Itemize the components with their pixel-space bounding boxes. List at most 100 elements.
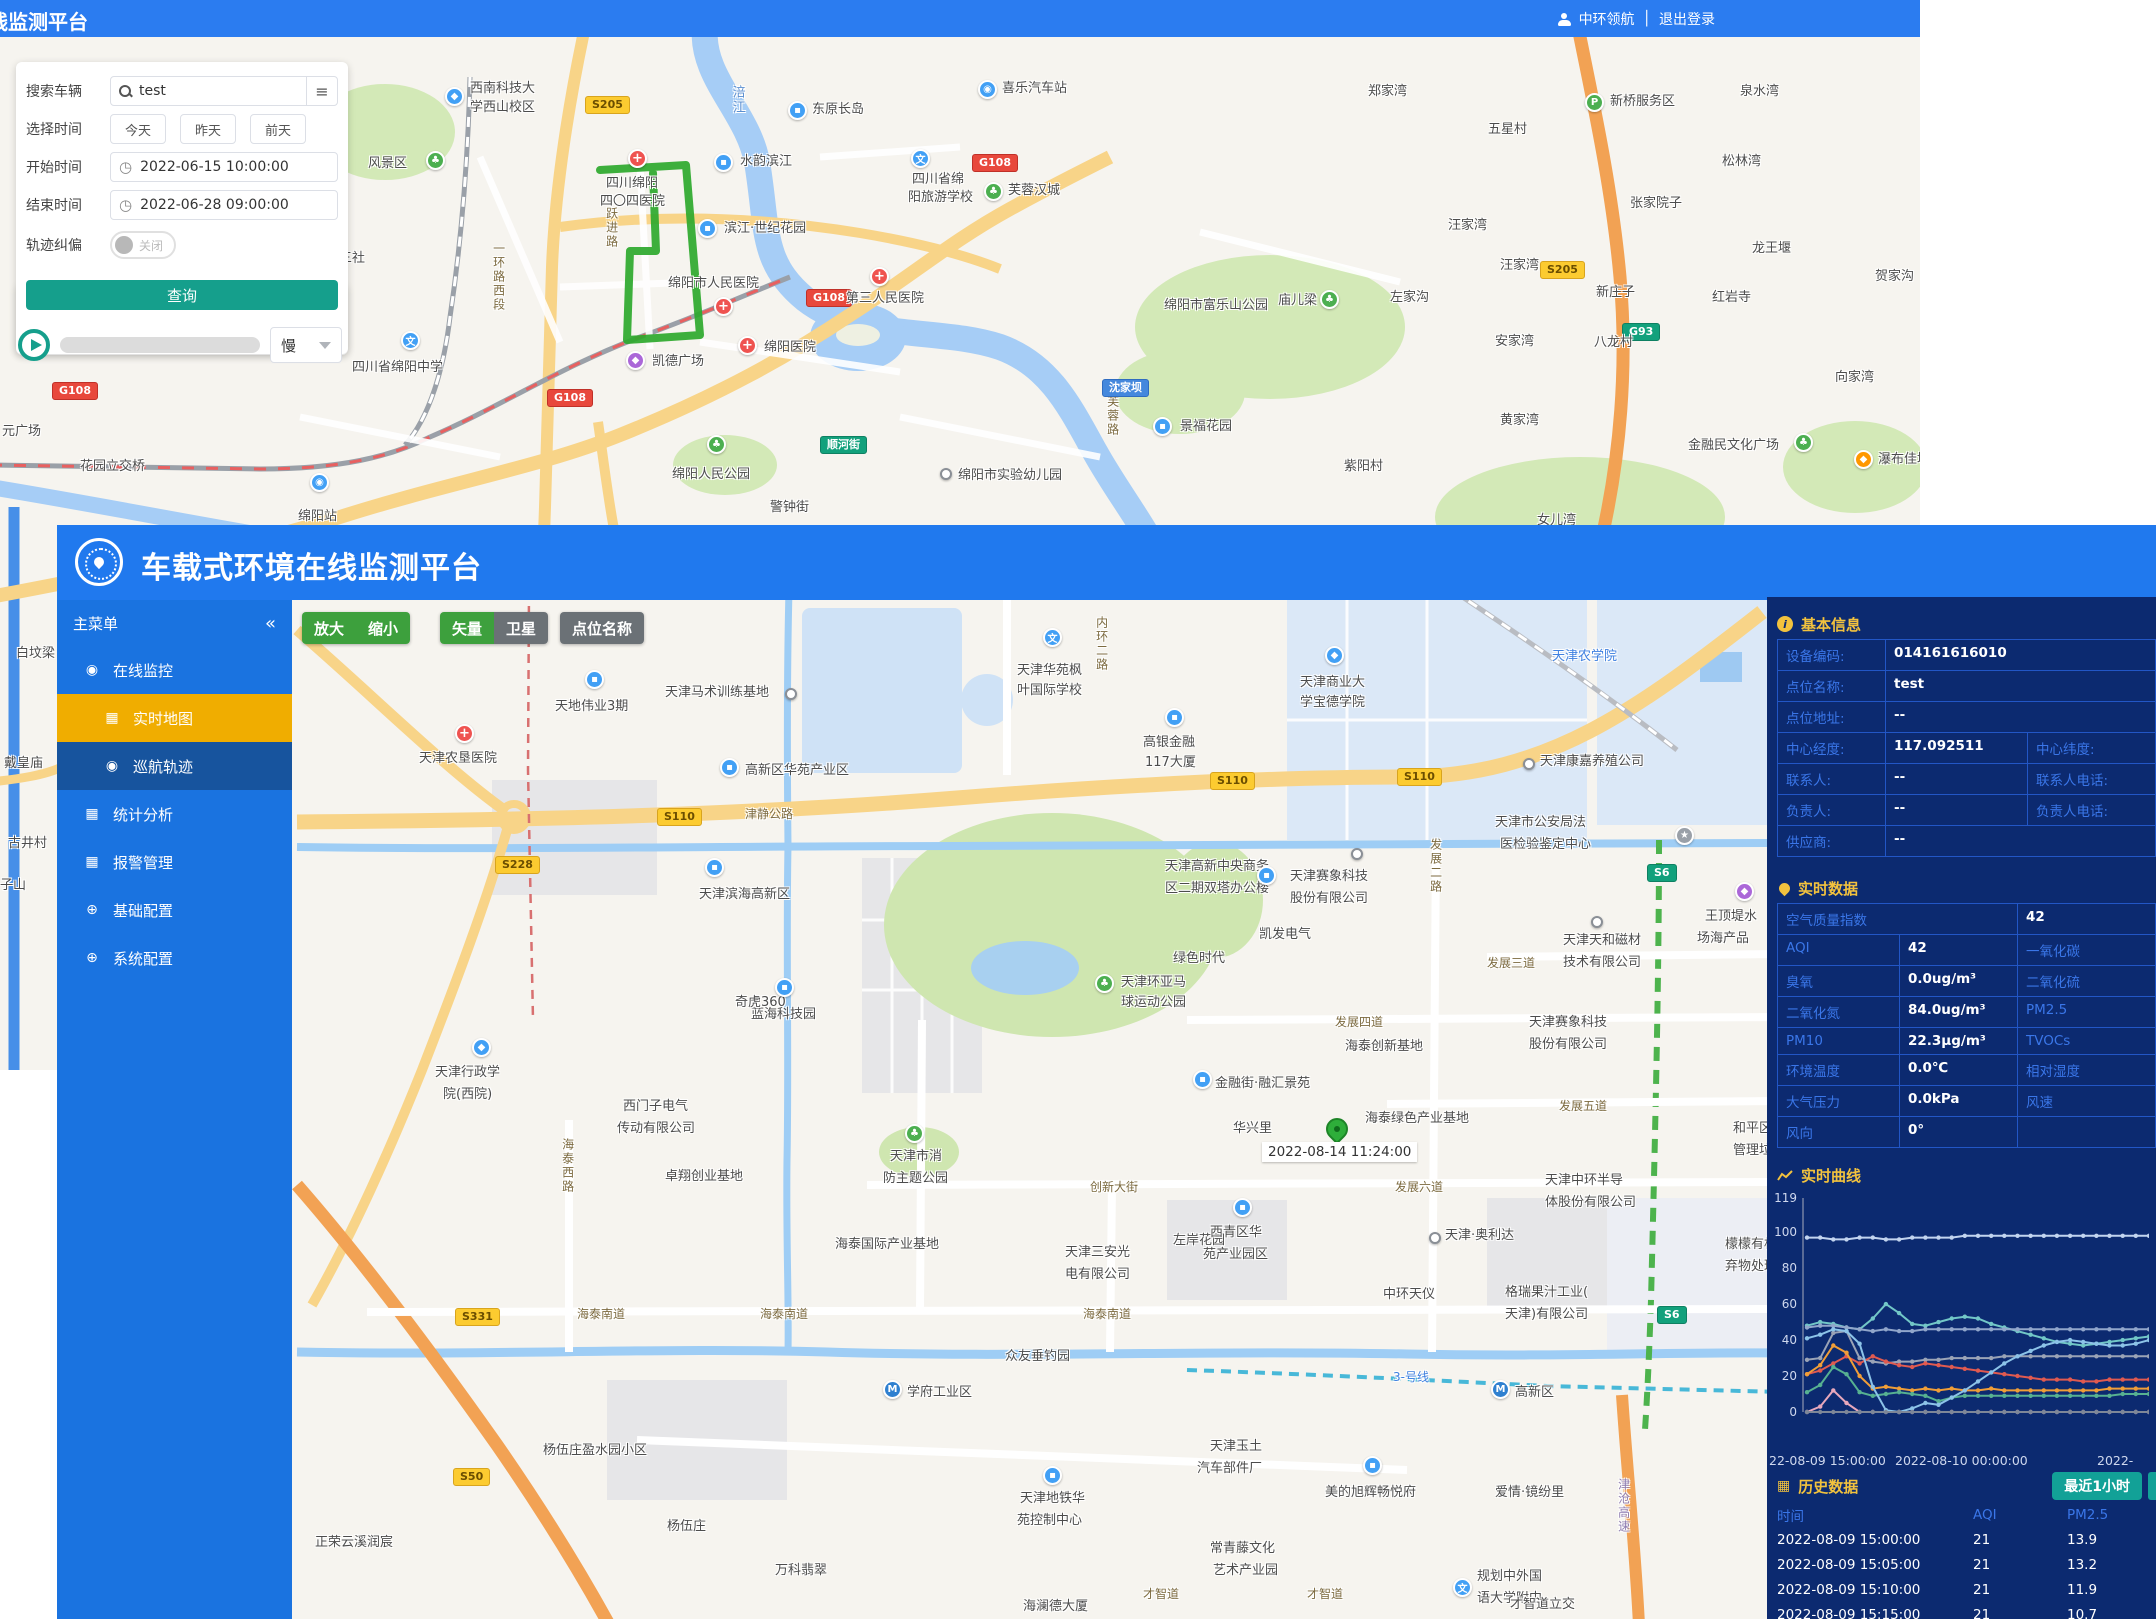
vehicle-search-input[interactable]: test ≡ [110, 76, 338, 106]
map-label: 绵阳人民公园 [672, 468, 750, 482]
field-label: 供应商: [1778, 826, 1886, 856]
map-label: 天津市消 [890, 1150, 942, 1164]
map-label: 凯德广场 [652, 355, 704, 369]
logout-link[interactable]: 退出登录 [1659, 9, 1715, 29]
map-label: 五星村 [1488, 123, 1527, 137]
zoom-in-button[interactable]: 放大 [302, 612, 356, 644]
map-label: 体股份有限公司 [1545, 1196, 1636, 1210]
map-label: 天津滨海高新区 [699, 888, 790, 902]
map-label: 院(西院) [443, 1088, 492, 1102]
field-value: 84.0ug/m³ [1900, 997, 2018, 1027]
sidebar-item-cruise-track[interactable]: ◉巡航轨迹 [57, 742, 292, 790]
map-label: 张家院子 [1630, 197, 1682, 211]
field-value: -- [1886, 795, 2028, 825]
map-label: 美的旭辉畅悦府 [1325, 1486, 1416, 1500]
cell-value: 2022-08-09 15:10:00 [1777, 1582, 1973, 1598]
end-time-label: 结束时间 [26, 195, 110, 215]
map-label: 发展二路 [1429, 838, 1442, 894]
sidebar-item-basic-config[interactable]: ⊕基础配置 [57, 886, 292, 934]
map-label: 天津马术训练基地 [665, 686, 769, 700]
map-label: 津静公路 [745, 808, 793, 821]
layer-toggle[interactable]: 矢量 卫星 [440, 612, 548, 644]
sidebar-item-online-monitor[interactable]: ◉在线监控 [57, 646, 292, 694]
vehicle-pin-time: 2022-08-14 11:24:00 [1262, 1142, 1417, 1162]
metro-icon: M [883, 1380, 902, 1399]
alarm-manage-icon: ▦ [83, 854, 101, 870]
map-label: 跃进路 [605, 207, 618, 249]
map-label: 高银金融 [1143, 736, 1195, 750]
play-button[interactable] [18, 329, 50, 361]
map-label: 海泰南道 [1083, 1308, 1131, 1321]
map-label: 阳旅游学校 [908, 191, 973, 205]
map-label: 发展四道 [1335, 1016, 1383, 1029]
history-header-row: 时间AQIPM2.5PM10 [1777, 1502, 2156, 1527]
map-label: 海泰绿色产业基地 [1365, 1112, 1469, 1126]
point-names-button[interactable]: 点位名称 [560, 612, 644, 644]
table-row: 2022-08-09 15:05:002113.220.5 [1777, 1552, 2156, 1577]
map-label: 贺家沟 [1875, 270, 1914, 284]
map-label: 学西山校区 [470, 101, 535, 115]
yesterday-button[interactable]: 昨天 [180, 114, 236, 144]
map-label: 新庄子 [1596, 286, 1635, 300]
svg-text:40: 40 [1782, 1333, 1797, 1347]
cropped-range-button[interactable] [2148, 1472, 2156, 1500]
field-label: 相对湿度 [2018, 1055, 2156, 1085]
map2-tianjin[interactable]: +天津农垦医院▪天地伟业3期天津马术训练基地▪高新区华苑产业区S110津静公路S… [292, 600, 1767, 1619]
map-label: 中环天仪 [1383, 1288, 1435, 1302]
ring-icon [1429, 1232, 1441, 1244]
map-label: 天津华苑枫 [1017, 664, 1082, 678]
vehicle-list-button[interactable]: ≡ [306, 77, 337, 105]
cell-value: 21 [1973, 1557, 2067, 1573]
map-label: 四川绵阳 [606, 177, 658, 191]
map-label: 内环二路 [1095, 616, 1108, 672]
map-label: 股份有限公司 [1290, 892, 1368, 906]
sidebar-item-stats-analysis[interactable]: ▦统计分析 [57, 790, 292, 838]
map-label: 防主题公园 [883, 1172, 948, 1186]
clock-icon: ◷ [119, 158, 132, 176]
playback-slider[interactable] [60, 337, 260, 353]
table-row: 2022-08-09 15:15:002110.721.0 [1777, 1602, 2156, 1619]
building-icon: ▪ [720, 758, 739, 777]
map-label: 四川省绵 [912, 173, 964, 187]
hospital-icon: + [738, 336, 757, 355]
map-label: 安家湾 [1495, 335, 1534, 349]
field-value: -- [1886, 826, 2156, 856]
map-label: 医检验鉴定中心 [1500, 838, 1591, 852]
last-hour-button[interactable]: 最近1小时 [2052, 1472, 2142, 1500]
username[interactable]: 中环领航 [1579, 9, 1635, 29]
map-label: 黄家湾 [1500, 414, 1539, 428]
map-label: S331 [455, 1308, 500, 1326]
field-label: TVOCs [2018, 1028, 2156, 1054]
school-icon: 文 [1453, 1578, 1472, 1597]
point-name-toggle[interactable]: 点位名称 [560, 612, 644, 644]
today-button[interactable]: 今天 [110, 114, 166, 144]
grad-icon: ◆ [1325, 646, 1344, 665]
track-correct-toggle[interactable]: 关闭 [110, 231, 176, 259]
map-label: 天津康嘉养殖公司 [1540, 755, 1644, 769]
column-header: AQI [1973, 1507, 2067, 1523]
map-label: 涪江 [730, 85, 744, 115]
svg-text:0: 0 [1789, 1405, 1797, 1419]
map-label: 正荣云溪润宸 [315, 1536, 393, 1550]
map-label: 金融民文化广场 [1688, 439, 1779, 453]
sidebar-item-alarm-manage[interactable]: ▦报警管理 [57, 838, 292, 886]
vector-button[interactable]: 矢量 [440, 612, 494, 644]
field-label [2018, 1117, 2156, 1147]
collapse-icon[interactable]: « [265, 613, 276, 634]
sidebar-item-label: 在线监控 [113, 660, 173, 681]
map-label: 海泰西路 [561, 1138, 574, 1194]
query-button[interactable]: 查询 [26, 280, 338, 310]
sidebar-item-realtime-map[interactable]: ▦实时地图 [57, 694, 292, 742]
start-time-input[interactable]: ◷ 2022-06-15 10:00:00 [110, 152, 338, 182]
speed-select[interactable]: 慢 [270, 327, 342, 363]
service-icon: P [1585, 93, 1604, 112]
map-label: 万科翡翠 [775, 1564, 827, 1578]
sidebar-item-system-config[interactable]: ⊕系统配置 [57, 934, 292, 982]
end-time-input[interactable]: ◷ 2022-06-28 09:00:00 [110, 190, 338, 220]
cell-value: 21 [1973, 1582, 2067, 1598]
satellite-button[interactable]: 卫星 [494, 612, 548, 644]
zoom-controls[interactable]: 放大 缩小 [302, 612, 410, 644]
map-label: G108 [547, 389, 593, 407]
daybefore-button[interactable]: 前天 [250, 114, 306, 144]
zoom-out-button[interactable]: 缩小 [356, 612, 410, 644]
